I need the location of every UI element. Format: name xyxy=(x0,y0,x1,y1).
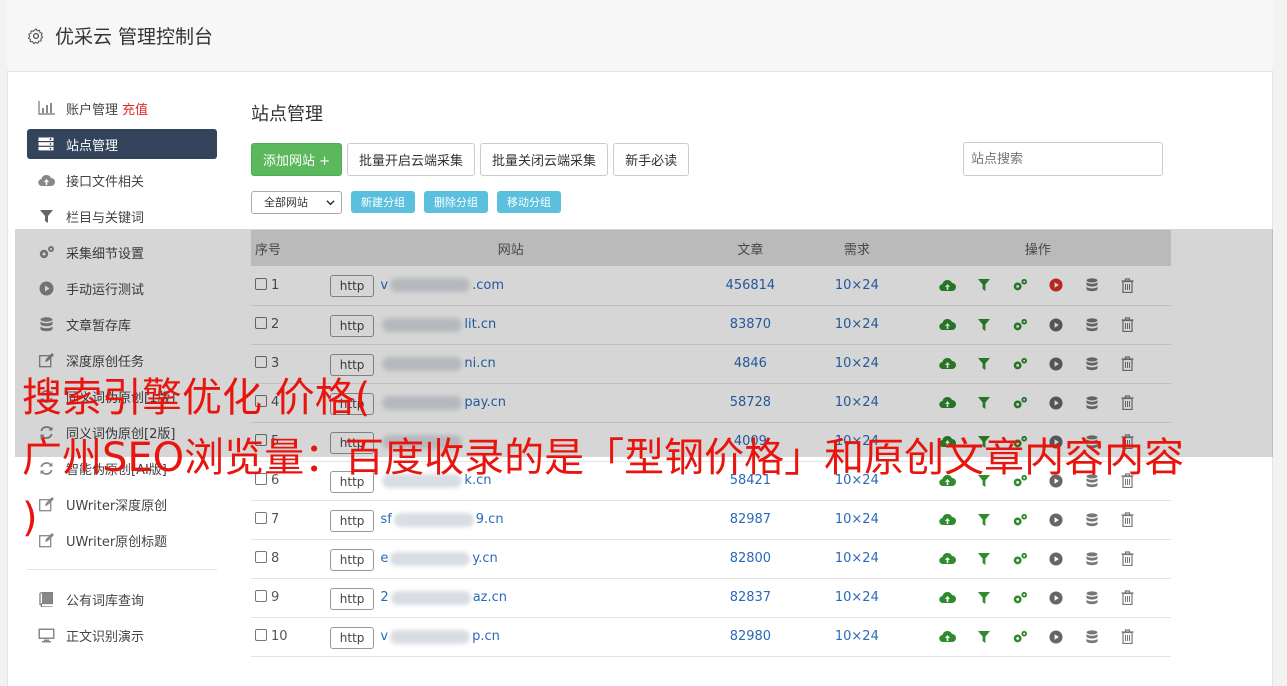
delete-group-button[interactable]: 删除分组 xyxy=(424,191,488,213)
filter-icon[interactable] xyxy=(974,628,994,646)
sidebar-item-interface-files[interactable]: 接口文件相关 xyxy=(27,165,217,195)
domain-suffix: y.cn xyxy=(472,551,498,566)
sidebar-item-label: 栏目与关键词 xyxy=(66,210,145,226)
row-site-cell: http v p.cn xyxy=(329,617,692,656)
site-domain-link[interactable]: e y.cn xyxy=(380,551,497,566)
cloud-upload-icon[interactable] xyxy=(938,550,958,568)
sidebar-item-text-recognition[interactable]: 正文识别演示 xyxy=(27,620,217,650)
domain-suffix: p.cn xyxy=(472,629,500,644)
filter-icon[interactable] xyxy=(974,550,994,568)
group-select-value: 全部网站 xyxy=(264,196,308,209)
batch-enable-cloud-button[interactable]: 批量开启云端采集 xyxy=(347,142,476,176)
row-seq-cell: 10 xyxy=(251,617,330,656)
overlay-headline: 搜索引擎优化 价格( 广州SEO浏览量：百度收录的是「型钢价格」和原创文章内容内… xyxy=(22,375,1185,541)
play-icon[interactable] xyxy=(1046,550,1066,568)
page-title: 站点管理 xyxy=(251,104,323,125)
cloud-upload-icon[interactable] xyxy=(938,628,958,646)
trash-icon[interactable] xyxy=(1118,589,1138,607)
database-icon[interactable] xyxy=(1082,589,1102,607)
row-demand[interactable]: 10×24 xyxy=(809,578,905,617)
play-icon[interactable] xyxy=(1046,628,1066,646)
group-select[interactable]: 全部网站 xyxy=(251,190,342,214)
batch-disable-cloud-button[interactable]: 批量关闭云端采集 xyxy=(480,142,609,176)
redacted-mask xyxy=(390,629,471,644)
row-articles[interactable]: 82980 xyxy=(692,617,809,656)
http-button[interactable]: http xyxy=(329,548,375,571)
toolbar: 添加网站 + 批量开启云端采集 批量关闭云端采集 新手必读 xyxy=(251,142,1171,176)
row-site-cell: http 2 az.cn xyxy=(329,578,692,617)
bar-chart-icon xyxy=(37,99,55,117)
new-group-button[interactable]: 新建分组 xyxy=(351,191,415,213)
row-seq: 8 xyxy=(271,551,280,566)
cloud-upload-icon xyxy=(37,171,55,189)
domain-prefix: 2 xyxy=(380,590,389,605)
sidebar-item-columns-keywords[interactable]: 栏目与关键词 xyxy=(27,201,217,231)
sidebar-item-label: 公有词库查询 xyxy=(66,593,145,609)
sidebar-item-label: 正文识别演示 xyxy=(66,629,145,645)
sidebar-item-site-management[interactable]: 站点管理 xyxy=(27,129,217,159)
table-row: 10 http v p.cn 82980 10×24 xyxy=(251,617,1171,656)
group-toolbar: 全部网站 新建分组 删除分组 移动分组 xyxy=(251,190,1171,214)
monitor-icon xyxy=(37,626,55,644)
table-row: 9 http 2 az.cn 82837 10×24 xyxy=(251,578,1171,617)
http-button[interactable]: http xyxy=(329,626,375,649)
row-articles[interactable]: 82837 xyxy=(692,578,809,617)
app-header: 优采云 管理控制台 xyxy=(7,0,1273,72)
move-group-button[interactable]: 移动分组 xyxy=(497,191,561,213)
redacted-mask xyxy=(390,590,471,605)
site-domain-link[interactable]: v p.cn xyxy=(380,629,499,644)
domain-suffix: az.cn xyxy=(472,590,508,605)
book-icon xyxy=(37,590,55,608)
recharge-link[interactable]: 充值 xyxy=(122,99,148,118)
site-domain-link[interactable]: 2 az.cn xyxy=(380,590,507,605)
row-seq-cell: 9 xyxy=(251,578,330,617)
row-ops xyxy=(905,578,1171,617)
database-icon[interactable] xyxy=(1082,550,1102,568)
row-demand[interactable]: 10×24 xyxy=(809,617,905,656)
sidebar-divider xyxy=(27,569,217,570)
gears-icon[interactable] xyxy=(1010,589,1030,607)
add-site-button[interactable]: 添加网站 + xyxy=(251,142,343,176)
http-button[interactable]: http xyxy=(329,587,375,610)
gears-icon[interactable] xyxy=(1010,550,1030,568)
app-title: 优采云 管理控制台 xyxy=(55,26,214,48)
gears-icon[interactable] xyxy=(1010,628,1030,646)
row-seq: 10 xyxy=(271,629,288,644)
row-checkbox[interactable] xyxy=(255,590,267,602)
gear-icon xyxy=(27,27,44,44)
filter-icon[interactable] xyxy=(974,589,994,607)
filter-icon xyxy=(37,207,55,225)
row-checkbox[interactable] xyxy=(255,551,267,563)
domain-prefix: v xyxy=(380,629,389,644)
play-icon[interactable] xyxy=(1046,589,1066,607)
database-icon[interactable] xyxy=(1082,628,1102,646)
site-search-input[interactable] xyxy=(963,142,1163,176)
row-checkbox[interactable] xyxy=(255,629,267,641)
sidebar-item-account[interactable]: 账户管理 充值 xyxy=(27,93,217,123)
sidebar-item-label: 站点管理 xyxy=(66,138,119,154)
sidebar-item-public-lexicon[interactable]: 公有词库查询 xyxy=(27,584,217,614)
redacted-mask xyxy=(390,551,471,566)
server-icon xyxy=(37,135,55,153)
chevron-down-icon xyxy=(326,199,335,205)
sidebar-item-label: 接口文件相关 xyxy=(66,174,145,190)
cloud-upload-icon[interactable] xyxy=(938,589,958,607)
trash-icon[interactable] xyxy=(1118,628,1138,646)
trash-icon[interactable] xyxy=(1118,550,1138,568)
sidebar-item-label: 账户管理 xyxy=(66,102,119,118)
newbie-guide-button[interactable]: 新手必读 xyxy=(613,142,690,176)
row-ops xyxy=(905,617,1171,656)
domain-prefix: e xyxy=(380,551,389,566)
row-seq: 9 xyxy=(271,590,280,605)
